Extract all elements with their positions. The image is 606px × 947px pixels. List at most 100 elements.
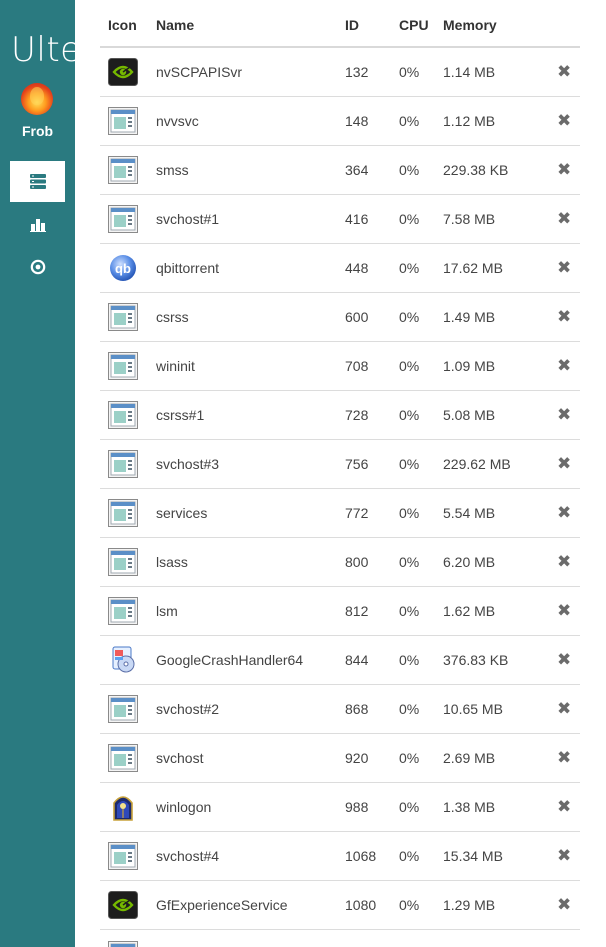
nav-settings[interactable] — [10, 246, 65, 287]
kill-process-button[interactable]: ✖ — [557, 62, 571, 82]
kill-process-button[interactable]: ✖ — [557, 111, 571, 131]
kill-process-button[interactable]: ✖ — [557, 552, 571, 572]
table-row[interactable]: lsass 800 0% 6.20 MB ✖ — [100, 537, 580, 587]
kill-cell: ✖ — [553, 880, 580, 930]
nvidia-icon — [108, 57, 156, 86]
kill-cell: ✖ — [553, 243, 580, 293]
kill-process-button[interactable]: ✖ — [557, 601, 571, 621]
process-name: qbittorrent — [156, 243, 345, 293]
table-row[interactable]: winlogon 988 0% 1.38 MB ✖ — [100, 782, 580, 832]
kill-process-button[interactable]: ✖ — [557, 160, 571, 180]
process-cpu: 0% — [399, 831, 443, 881]
process-icon-cell — [100, 733, 156, 783]
kill-process-button[interactable]: ✖ — [557, 846, 571, 866]
process-memory: 1.29 MB — [443, 880, 553, 930]
target-icon — [30, 259, 45, 274]
column-header-icon[interactable]: Icon — [100, 0, 156, 48]
kill-process-button[interactable]: ✖ — [557, 356, 571, 376]
column-header-name[interactable]: Name — [156, 0, 345, 48]
table-row[interactable]: csrss#1 728 0% 5.08 MB ✖ — [100, 390, 580, 440]
process-memory: 1.38 MB — [443, 782, 553, 832]
process-id — [345, 929, 399, 947]
process-cpu: 0% — [399, 635, 443, 685]
process-icon-cell: qb — [100, 243, 156, 293]
process-id: 416 — [345, 194, 399, 244]
table-row[interactable]: smss 364 0% 229.38 KB ✖ — [100, 145, 580, 195]
nav-processes[interactable] — [10, 161, 65, 202]
process-list: nvSCPAPISvr 132 0% 1.14 MB ✖ nvvsvc 148 0% 1.12 … — [100, 47, 580, 947]
process-cpu: 0% — [399, 292, 443, 342]
process-id: 920 — [345, 733, 399, 783]
table-row[interactable]: csrss 600 0% 1.49 MB ✖ — [100, 292, 580, 342]
window-app-icon — [108, 400, 156, 429]
table-row[interactable]: GfExperienceService 1080 0% 1.29 MB ✖ — [100, 880, 580, 930]
kill-process-button[interactable]: ✖ — [557, 209, 571, 229]
column-header-actions — [553, 0, 580, 48]
kill-process-button[interactable]: ✖ — [557, 650, 571, 670]
process-id: 868 — [345, 684, 399, 734]
server-list-icon — [29, 174, 46, 189]
process-icon-cell — [100, 145, 156, 195]
winlogon-icon — [108, 793, 156, 821]
process-icon-cell — [100, 341, 156, 391]
table-row[interactable]: svchost#1 416 0% 7.58 MB ✖ — [100, 194, 580, 244]
window-app-icon — [108, 155, 156, 184]
nav-stats[interactable] — [10, 204, 65, 245]
process-cpu: 0% — [399, 439, 443, 489]
kill-cell: ✖ — [553, 831, 580, 881]
process-id: 988 — [345, 782, 399, 832]
process-name: wininit — [156, 341, 345, 391]
kill-process-button[interactable]: ✖ — [557, 895, 571, 915]
kill-process-button[interactable]: ✖ — [557, 307, 571, 327]
process-id: 844 — [345, 635, 399, 685]
kill-cell: ✖ — [553, 194, 580, 244]
table-row[interactable]: services 772 0% 5.54 MB ✖ — [100, 488, 580, 538]
process-memory: 17.62 MB — [443, 243, 553, 293]
table-row[interactable]: GoogleCrashHandler64 844 0% 376.83 KB ✖ — [100, 635, 580, 685]
column-header-cpu[interactable]: CPU — [399, 0, 443, 48]
process-memory: 15.34 MB — [443, 831, 553, 881]
column-header-memory[interactable]: Memory — [443, 0, 553, 48]
column-header-id[interactable]: ID — [345, 0, 399, 48]
user-name: Frob — [21, 123, 54, 139]
kill-cell — [553, 929, 580, 947]
kill-process-button[interactable]: ✖ — [557, 454, 571, 474]
process-name: svchost — [156, 733, 345, 783]
kill-process-button[interactable]: ✖ — [557, 258, 571, 278]
process-name: csrss — [156, 292, 345, 342]
table-row[interactable] — [100, 929, 580, 947]
table-row[interactable]: svchost#4 1068 0% 15.34 MB ✖ — [100, 831, 580, 881]
window-app-icon — [108, 940, 156, 947]
process-icon-cell — [100, 292, 156, 342]
process-memory: 10.65 MB — [443, 684, 553, 734]
process-memory: 1.49 MB — [443, 292, 553, 342]
table-row[interactable]: qb qbittorrent 448 0% 17.62 MB ✖ — [100, 243, 580, 293]
window-app-icon — [108, 204, 156, 233]
kill-process-button[interactable]: ✖ — [557, 797, 571, 817]
kill-process-button[interactable]: ✖ — [557, 748, 571, 768]
kill-process-button[interactable]: ✖ — [557, 699, 571, 719]
process-cpu: 0% — [399, 145, 443, 195]
process-cpu: 0% — [399, 586, 443, 636]
user-avatar[interactable] — [21, 83, 53, 115]
kill-process-button[interactable]: ✖ — [557, 405, 571, 425]
bar-chart-icon — [29, 218, 46, 232]
process-icon-cell — [100, 929, 156, 947]
table-row[interactable]: nvvsvc 148 0% 1.12 MB ✖ — [100, 96, 580, 146]
table-row[interactable]: wininit 708 0% 1.09 MB ✖ — [100, 341, 580, 391]
table-row[interactable]: svchost#2 868 0% 10.65 MB ✖ — [100, 684, 580, 734]
window-app-icon — [108, 302, 156, 331]
process-table: Icon Name ID CPU Memory nvSCPAPISvr 132 0%… — [100, 0, 580, 947]
process-panel: Icon Name ID CPU Memory nvSCPAPISvr 132 0%… — [100, 0, 580, 947]
process-name: lsass — [156, 537, 345, 587]
process-memory: 1.12 MB — [443, 96, 553, 146]
process-icon-cell — [100, 880, 156, 930]
process-id: 1068 — [345, 831, 399, 881]
table-row[interactable]: svchost#3 756 0% 229.62 MB ✖ — [100, 439, 580, 489]
table-row[interactable]: nvSCPAPISvr 132 0% 1.14 MB ✖ — [100, 47, 580, 97]
table-row[interactable]: lsm 812 0% 1.62 MB ✖ — [100, 586, 580, 636]
kill-process-button[interactable]: ✖ — [557, 503, 571, 523]
process-icon-cell — [100, 194, 156, 244]
table-row[interactable]: svchost 920 0% 2.69 MB ✖ — [100, 733, 580, 783]
kill-cell: ✖ — [553, 537, 580, 587]
